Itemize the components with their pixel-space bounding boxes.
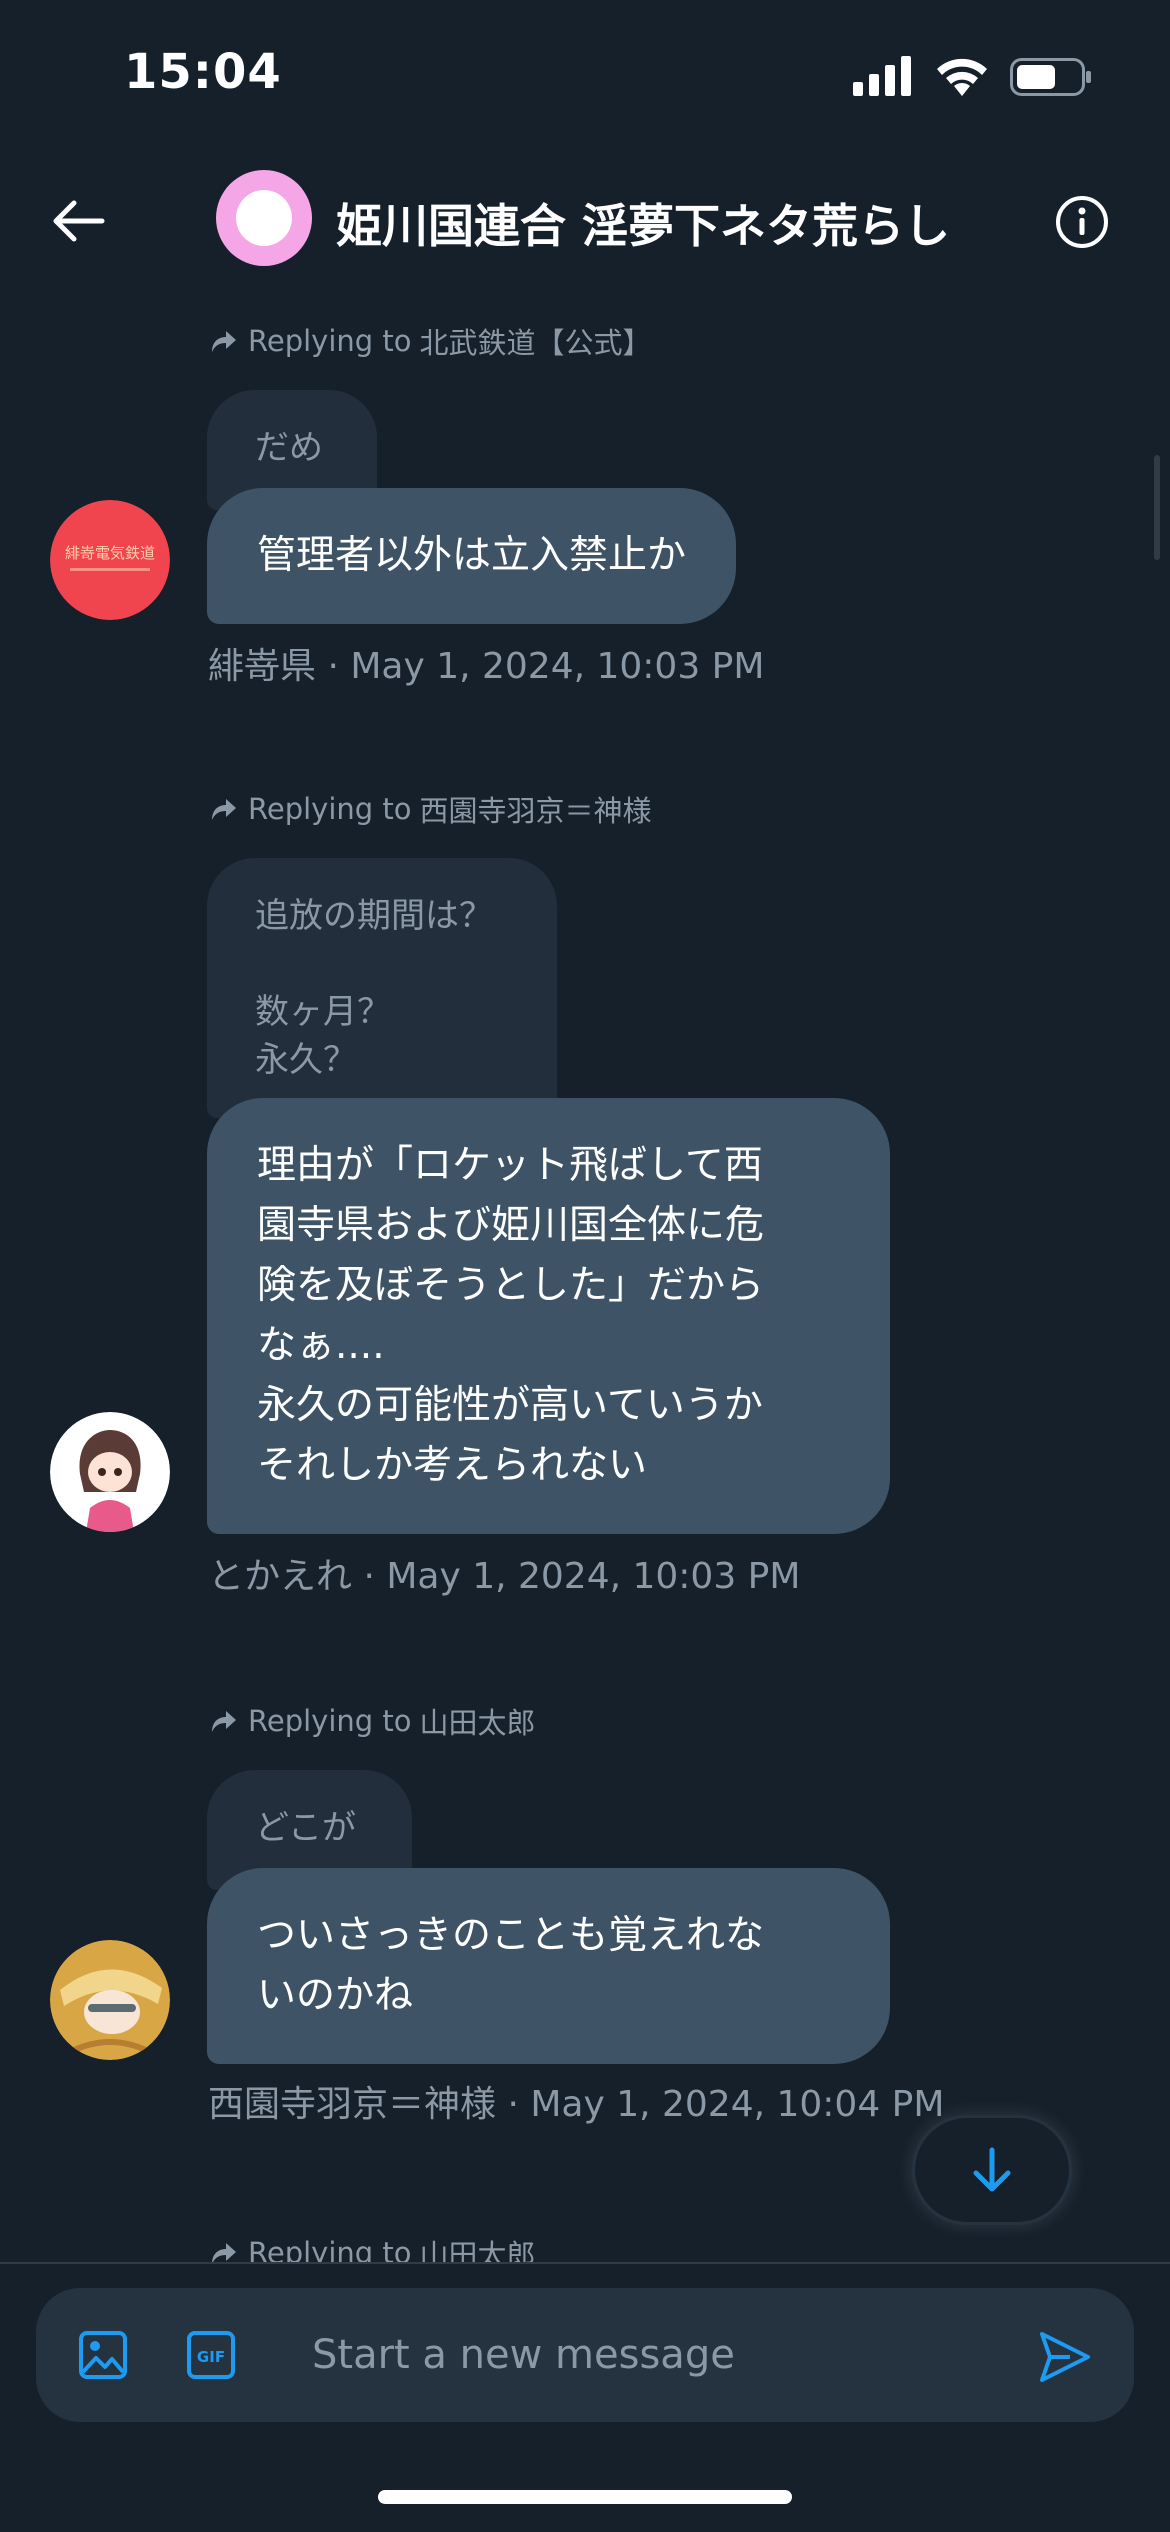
wifi-icon (937, 58, 987, 96)
scroll-to-bottom-button[interactable] (912, 2115, 1072, 2225)
message-bubble[interactable]: ついさっきのことも覚えれな いのかね (207, 1868, 890, 2064)
cellular-signal-icon (853, 56, 911, 96)
reply-prefix: Replying to (248, 324, 412, 358)
reply-arrow-icon (212, 799, 236, 820)
reply-arrow-icon (212, 331, 236, 352)
sender-avatar[interactable]: 緋嵜電気鉄道 (50, 500, 170, 620)
reply-to-name: 北武鉄道【公式】 (419, 326, 652, 360)
message-list[interactable]: Replying to 北武鉄道【公式】 だめ 管理者以外は立入禁止か 緋嵜電気… (0, 290, 1170, 2262)
svg-text:GIF: GIF (197, 2348, 225, 2366)
conversation-header: 姫川国連合 淫夢下ネタ荒らし (0, 150, 1170, 290)
reply-prefix: Replying to (248, 1704, 412, 1738)
avatar-image (50, 1940, 170, 2060)
reply-context: Replying to 西園寺羽京＝神様 (208, 788, 652, 830)
reply-to-name: 西園寺羽京＝神様 (419, 794, 652, 828)
reply-prefix: Replying to (248, 2236, 412, 2262)
reply-arrow-icon (212, 2243, 236, 2262)
message-meta: 緋嵜県 · May 1, 2024, 10:03 PM (208, 646, 765, 687)
avatar-image: 緋嵜電気鉄道 (50, 500, 170, 620)
avatar-logo-text: 緋嵜電気鉄道 (65, 544, 155, 562)
info-icon[interactable] (1054, 194, 1110, 250)
reply-to-name: 山田太郎 (419, 1706, 536, 1740)
status-time: 15:04 (124, 44, 282, 100)
send-icon[interactable] (1036, 2328, 1094, 2386)
reply-context: Replying to 山田太郎 (208, 1700, 536, 1742)
message-composer: GIF (36, 2288, 1134, 2422)
message-bubble[interactable]: 理由が「ロケット飛ばして西 園寺県および姫川国全体に危 険を及ぼそうとした」だか… (207, 1098, 890, 1534)
reply-to-name: 山田太郎 (419, 2238, 536, 2262)
battery-icon (1010, 58, 1091, 96)
image-icon[interactable] (76, 2328, 130, 2382)
reply-context: Replying to 山田太郎 (208, 2232, 536, 2262)
dm-conversation-screen: 15:04 姫川国連合 淫夢下ネタ荒らし Replying to 北武鉄道【公式… (0, 0, 1170, 2532)
home-indicator[interactable] (378, 2490, 792, 2504)
reply-context: Replying to 北武鉄道【公式】 (208, 320, 652, 362)
message-meta: とかえれ · May 1, 2024, 10:03 PM (208, 1556, 801, 1597)
reply-arrow-icon (212, 1711, 236, 1732)
sender-avatar[interactable] (50, 1940, 170, 2060)
quoted-message[interactable]: 追放の期間は？ 数ヶ月？ 永久？ (207, 858, 557, 1118)
message-bubble[interactable]: 管理者以外は立入禁止か (207, 488, 737, 624)
conversation-title[interactable]: 姫川国連合 淫夢下ネタ荒らし (336, 190, 950, 256)
reply-prefix: Replying to (248, 792, 412, 826)
status-bar: 15:04 (0, 0, 1170, 150)
sender-avatar[interactable] (50, 1412, 170, 1532)
message-input[interactable] (312, 2318, 1012, 2392)
back-arrow-icon[interactable] (50, 198, 106, 244)
arrow-down-icon (973, 2147, 1011, 2192)
group-avatar-image (236, 190, 292, 246)
gif-icon[interactable]: GIF (184, 2328, 238, 2382)
message-meta: 西園寺羽京＝神様 · May 1, 2024, 10:04 PM (208, 2084, 945, 2125)
scrollbar[interactable] (1154, 455, 1160, 560)
group-avatar[interactable] (216, 170, 312, 266)
avatar-image (50, 1412, 170, 1532)
